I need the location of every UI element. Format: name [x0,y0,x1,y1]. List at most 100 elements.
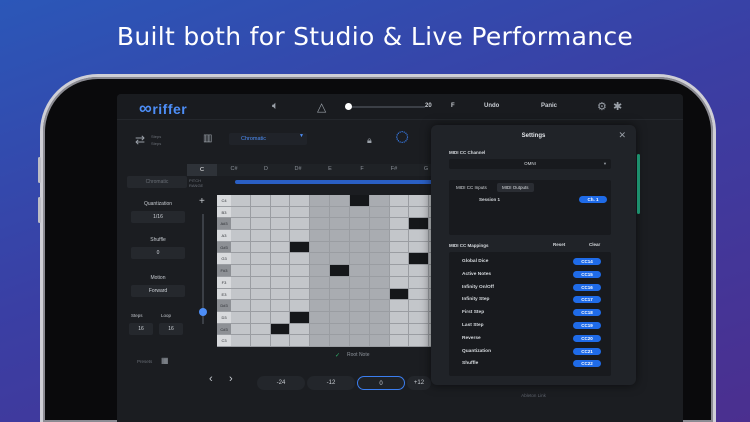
grid-cell[interactable] [310,218,331,231]
tab-midi-cc-inputs[interactable]: MIDI CC Inputs [451,183,492,192]
speaker-icon[interactable]: 🔈︎ [272,100,279,113]
grid-cell[interactable] [389,230,410,242]
grid-cell[interactable] [369,241,390,254]
grid-cell[interactable] [310,335,331,347]
grid-cell[interactable] [250,230,271,242]
grid-cell[interactable] [330,218,350,231]
grid-cell[interactable] [389,218,410,231]
grid-cell[interactable] [290,276,311,289]
grid-cell[interactable] [349,265,370,277]
note-tab[interactable]: C [187,164,217,176]
grid-cell[interactable] [330,241,350,254]
grid-cell[interactable] [231,335,251,347]
mapping-cc-badge[interactable]: CC16 [573,283,601,291]
grid-cell[interactable] [231,195,251,207]
grid-cell[interactable] [270,206,291,219]
grid-cell[interactable] [250,276,271,289]
mapping-row[interactable]: Infinity Step CC17 [449,294,611,306]
grid-cell[interactable] [330,276,350,289]
grid-cell[interactable] [389,300,410,312]
grid-cell[interactable] [310,288,331,301]
note-grid[interactable]: C4 B3 A#3 A3 G#3 G3 F#3 F3 E3 D#3 D3 C#3 C3 [217,195,449,347]
grid-cell[interactable] [369,288,390,301]
grid-cell[interactable] [409,218,430,231]
motion-select[interactable]: Forward [131,285,185,297]
grid-cell[interactable] [389,206,410,219]
panic-button[interactable]: Panic [541,103,557,109]
grid-cell[interactable] [409,288,430,301]
grid-cell[interactable] [369,311,390,324]
grid-cell[interactable] [270,335,291,347]
grid-cell[interactable] [389,311,410,324]
tab-midi-outputs[interactable]: MIDI Outputs [497,183,534,192]
mapping-cc-badge[interactable]: CC15 [573,270,601,278]
transpose-zero[interactable]: 0 [357,376,405,390]
mapping-cc-badge[interactable]: CC22 [573,360,601,368]
grid-cell[interactable] [369,265,390,277]
f-button[interactable]: F [451,103,455,109]
grid-cell[interactable] [389,265,410,277]
mapping-cc-badge[interactable]: CC18 [573,309,601,317]
grid-cell[interactable] [250,241,271,254]
grid-cell[interactable] [409,323,430,336]
undo-button[interactable]: Undo [484,103,499,109]
grid-cell[interactable] [349,195,370,207]
grid-cell[interactable] [231,241,251,254]
grid-cell[interactable] [409,265,430,277]
grid-cell[interactable] [290,218,311,231]
scrollbar[interactable] [637,154,640,214]
gear-icon[interactable]: ✱ [613,100,622,113]
grid-cell[interactable] [310,230,331,242]
grid-cell[interactable] [369,206,390,219]
transpose-plus-12[interactable]: +12 [407,376,431,390]
grid-cell[interactable] [250,218,271,231]
note-tab[interactable]: D [251,166,281,172]
note-tab[interactable]: F [347,166,377,172]
grid-cell[interactable] [349,241,370,254]
grid-cell[interactable] [409,206,430,219]
reset-button[interactable]: Reset [553,242,565,247]
grid-cell[interactable] [270,300,291,312]
grid-cell[interactable] [310,265,331,277]
grid-cell[interactable] [330,195,350,207]
grid-cell[interactable] [290,288,311,301]
plus-icon[interactable]: + [199,196,205,207]
metronome-icon[interactable]: △ [317,100,326,114]
grid-cell[interactable] [369,276,390,289]
grid-cell[interactable] [290,206,311,219]
grid-cell[interactable] [409,300,430,312]
grid-cell[interactable] [330,323,350,336]
grid-cell[interactable] [330,335,350,347]
quantization-select[interactable]: 1/16 [131,211,185,223]
grid-cell[interactable] [409,195,430,207]
mapping-cc-badge[interactable]: CC20 [573,334,601,342]
grid-cell[interactable] [290,323,311,336]
grid-cell[interactable] [231,323,251,336]
grid-cell[interactable] [330,265,350,277]
mapping-cc-badge[interactable]: CC17 [573,296,601,304]
grid-cell[interactable] [231,276,251,289]
grid-cell[interactable] [310,206,331,219]
volume-slider[interactable] [345,106,425,108]
grid-cell[interactable] [369,195,390,207]
grid-cell[interactable] [409,311,430,324]
lock-icon[interactable]: 🔒︎ [367,135,372,146]
shuffle-value[interactable]: 0 [131,247,185,259]
grid-cell[interactable] [369,253,390,266]
note-tab[interactable]: C# [219,166,249,172]
grid-cell[interactable] [270,265,291,277]
grid-cell[interactable] [369,323,390,336]
mapping-row[interactable]: Reverse CC20 [449,333,611,345]
chevron-left-icon[interactable]: ‹ [209,373,213,385]
chevron-right-icon[interactable]: › [229,373,233,385]
grid-cell[interactable] [349,335,370,347]
grid-cell[interactable] [250,288,271,301]
grid-cell[interactable] [290,230,311,242]
grid-cell[interactable] [349,276,370,289]
mapping-row[interactable]: Infinity On/Off CC16 [449,282,611,294]
grid-cell[interactable] [349,311,370,324]
mapping-row[interactable]: Quantization CC21 [449,346,611,358]
grid-cell[interactable] [250,265,271,277]
close-icon[interactable]: ✕ [618,130,626,141]
grid-cell[interactable] [369,218,390,231]
